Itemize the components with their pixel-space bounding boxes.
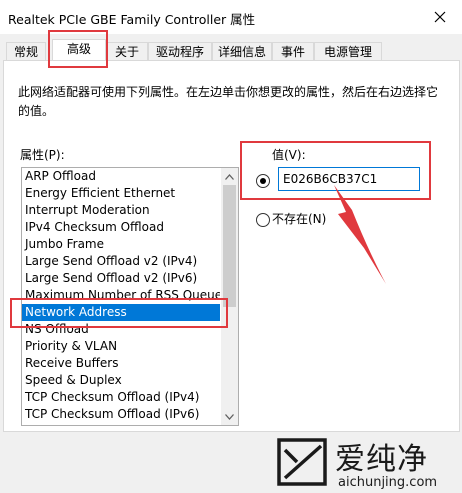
annotation-arrow xyxy=(334,185,386,284)
watermark: 爱纯净 aichunjing.com xyxy=(275,432,462,493)
watermark-logo-icon xyxy=(277,438,327,486)
arrow-icon xyxy=(334,185,386,284)
watermark-brand: 爱纯净 xyxy=(335,442,428,477)
watermark-url: aichunjing.com xyxy=(338,475,438,490)
